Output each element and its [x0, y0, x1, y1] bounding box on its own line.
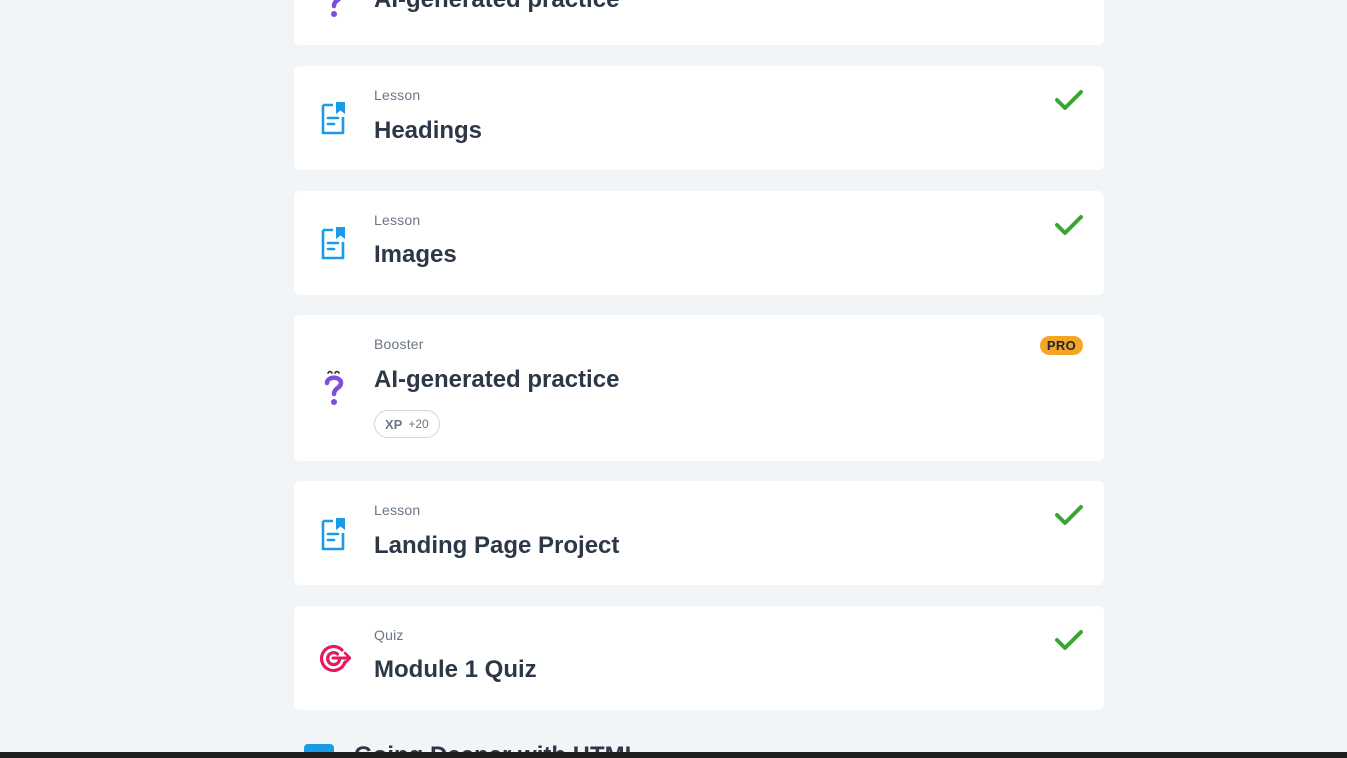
card-title: AI-generated practice — [374, 366, 620, 393]
lesson-doc-icon — [316, 223, 352, 263]
xp-label: XP — [385, 416, 403, 432]
lesson-card-headings[interactable]: Lesson Headings — [294, 66, 1104, 170]
xp-value: +20 — [408, 417, 429, 431]
quiz-card-module-1[interactable]: Quiz Module 1 Quiz — [294, 606, 1104, 710]
card-type: Lesson — [374, 87, 421, 103]
target-icon — [316, 638, 352, 678]
card-type: Quiz — [374, 627, 404, 643]
lesson-card-landing-page-project[interactable]: Lesson Landing Page Project — [294, 481, 1104, 585]
check-icon — [1055, 505, 1083, 525]
bottom-bar — [0, 752, 1347, 758]
pro-badge: PRO — [1039, 336, 1083, 355]
card-title: AI-generated practice — [374, 0, 619, 14]
lesson-card-images[interactable]: Lesson Images — [294, 191, 1104, 295]
card-title: Headings — [374, 117, 483, 144]
booster-card-ai-practice[interactable]: Booster AI-generated practice PRO XP +20 — [294, 315, 1104, 461]
card-type: Booster — [374, 336, 424, 352]
check-icon — [1055, 630, 1083, 650]
question-mark-icon — [316, 367, 352, 407]
card-title: Landing Page Project — [374, 532, 620, 559]
card-title: Module 1 Quiz — [374, 656, 537, 683]
lesson-doc-icon — [316, 514, 352, 554]
xp-reward-pill: XP +20 — [374, 410, 440, 438]
lesson-doc-icon — [316, 98, 352, 138]
question-mark-icon — [316, 0, 352, 22]
check-icon — [1055, 215, 1083, 235]
card-type: Lesson — [374, 502, 421, 518]
card-title: Images — [374, 241, 457, 268]
check-icon — [1055, 90, 1083, 110]
course-page: AI-generated practice Lesson Headings — [0, 0, 1347, 758]
booster-card-top[interactable]: AI-generated practice — [294, 0, 1104, 45]
card-type: Lesson — [374, 212, 421, 228]
